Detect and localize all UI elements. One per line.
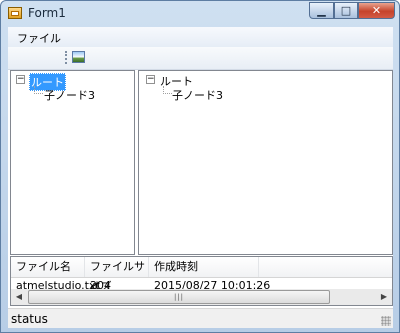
- tree-view-right[interactable]: − ルート 子ノード3: [138, 70, 393, 255]
- menu-file[interactable]: ファイル: [17, 30, 61, 46]
- list-header: ファイル名 ファイルサイズ 作成時刻: [11, 257, 392, 293]
- maximize-button[interactable]: □: [334, 2, 358, 19]
- tree-connector: [34, 86, 43, 94]
- file-list-view[interactable]: ファイル名 ファイルサイズ 作成時刻 atmelstudio.txt 204 2…: [10, 256, 393, 306]
- tree-node-child-label[interactable]: 子ノード3: [44, 87, 95, 103]
- maximize-icon: □: [340, 4, 352, 17]
- resize-grip-icon[interactable]: [381, 316, 391, 326]
- scroll-left-arrow-icon[interactable]: ◀: [11, 289, 27, 305]
- tree-connector: [163, 86, 172, 94]
- collapse-icon[interactable]: −: [16, 75, 25, 84]
- minimize-icon: ▁: [317, 4, 326, 17]
- column-header-created[interactable]: 作成時刻: [149, 257, 259, 277]
- menu-bar: ファイル: [8, 27, 393, 47]
- minimize-button[interactable]: ▁: [309, 2, 334, 19]
- collapse-icon[interactable]: −: [146, 75, 155, 84]
- toolbar-grip[interactable]: [65, 51, 67, 64]
- tree-node-child-label[interactable]: 子ノード3: [172, 87, 223, 103]
- status-bar: status: [8, 308, 393, 328]
- window: Form1 ▁ □ ✕ ファイル − ルート 子ノード3 − ルート 子ノード3…: [0, 0, 400, 333]
- window-title: Form1: [28, 6, 66, 20]
- app-icon[interactable]: [8, 7, 22, 19]
- close-button[interactable]: ✕: [358, 2, 395, 19]
- close-icon: ✕: [371, 4, 382, 17]
- client-area: ファイル − ルート 子ノード3 − ルート 子ノード3 ファイル名 ファイルサ…: [8, 27, 393, 328]
- column-header-name[interactable]: ファイル名: [11, 257, 85, 277]
- column-header-size[interactable]: ファイルサイズ: [85, 257, 149, 293]
- horizontal-scrollbar[interactable]: ◀ ||| ▶: [11, 289, 392, 305]
- status-text: status: [11, 312, 48, 326]
- scroll-thumb[interactable]: |||: [28, 290, 330, 304]
- title-bar[interactable]: Form1 ▁ □ ✕: [1, 1, 399, 27]
- toolbar-image-button[interactable]: [70, 49, 88, 66]
- toolbar: [8, 47, 393, 70]
- scroll-right-arrow-icon[interactable]: ▶: [376, 289, 392, 305]
- tree-view-left[interactable]: − ルート 子ノード3: [10, 70, 135, 255]
